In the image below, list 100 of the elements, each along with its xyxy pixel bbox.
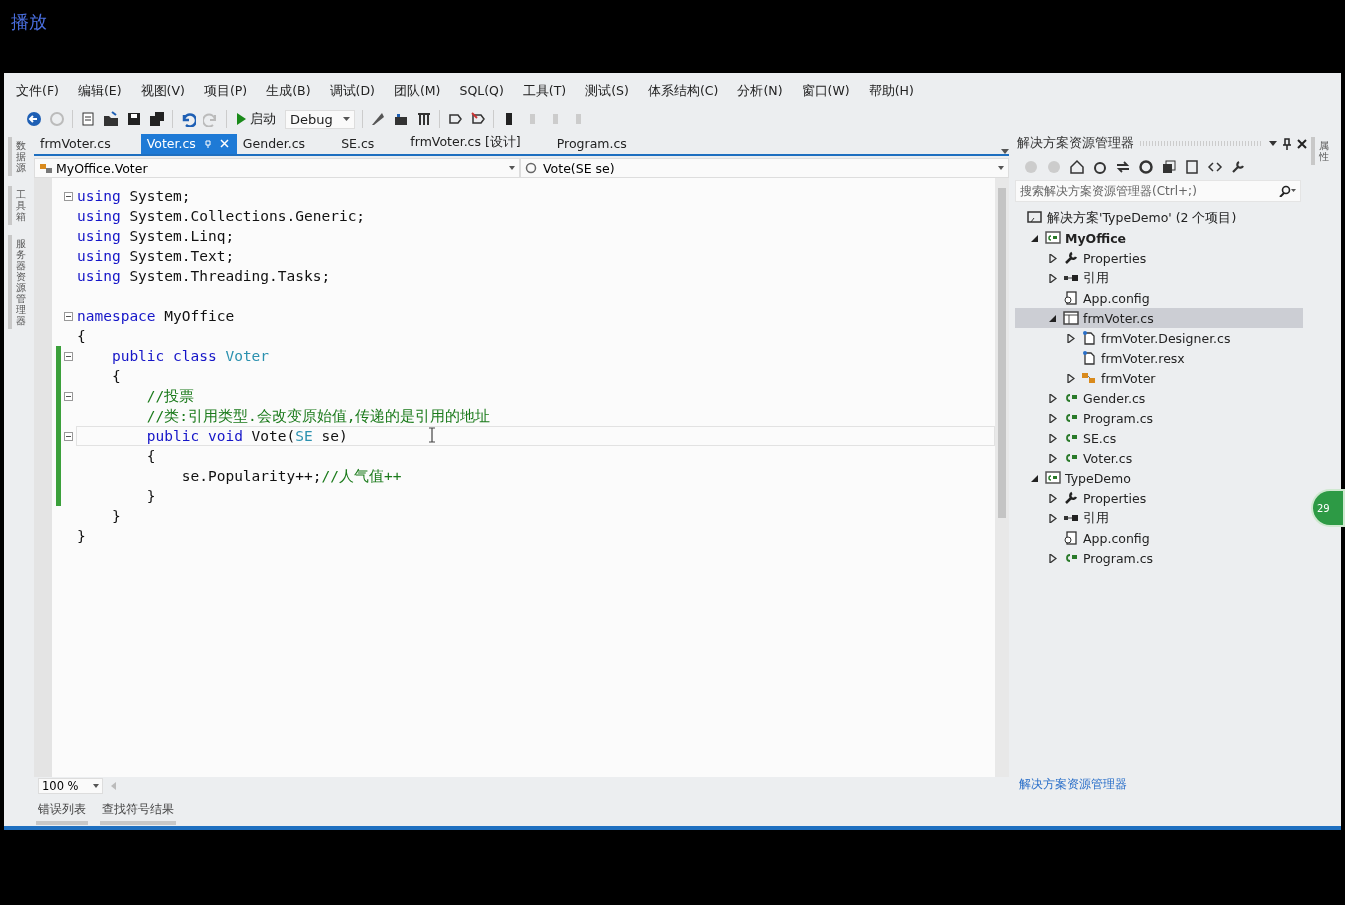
search-field[interactable]: 搜索解决方案资源管理器(Ctrl+;) — [1015, 180, 1301, 202]
menu-item[interactable]: 窗口(W) — [797, 83, 857, 105]
menu-item[interactable]: 分析(N) — [733, 83, 790, 105]
tree-item[interactable]: Program.cs — [1015, 548, 1303, 568]
code-line: { — [110, 367, 122, 386]
panel-title: 解决方案资源管理器 — [1017, 135, 1134, 152]
tree-item[interactable]: Gender.cs — [1015, 388, 1303, 408]
solution-explorer-tab[interactable]: 解决方案资源管理器 — [1019, 776, 1127, 792]
menu-item[interactable]: SQL(Q) — [455, 83, 511, 105]
collapsed-arrow-icon[interactable] — [1049, 413, 1057, 423]
code-line: //投票 — [145, 387, 196, 406]
code-line: se.Popularity++;//人气值++ — [180, 467, 403, 486]
type-dropdown[interactable]: MyOffice.Voter — [34, 158, 520, 178]
expanded-arrow-icon[interactable] — [1031, 233, 1039, 243]
vertical-scrollbar[interactable] — [995, 178, 1009, 777]
tree-item[interactable]: TypeDemo — [1015, 468, 1303, 488]
tool-window-tab[interactable]: 查找符号结果 — [100, 795, 176, 825]
tree-item[interactable]: Voter.cs — [1015, 448, 1303, 468]
expanded-arrow-icon[interactable] — [1049, 313, 1057, 323]
menu-item[interactable]: 体系结构(C) — [643, 83, 726, 105]
project-icon — [1045, 470, 1061, 486]
collapsed-arrow-icon[interactable] — [1049, 253, 1057, 263]
undo-icon[interactable] — [180, 111, 196, 127]
tool-window-tab[interactable]: 服务器资源管理器 — [8, 235, 28, 329]
tree-item[interactable]: frmVoter — [1015, 368, 1303, 388]
tree-item[interactable]: frmVoter.Designer.cs — [1015, 328, 1303, 348]
collapsed-arrow-icon[interactable] — [1067, 333, 1075, 343]
tool-window-tab[interactable]: 工具箱 — [8, 186, 28, 225]
menu-item[interactable]: 视图(V) — [136, 83, 192, 105]
close-icon[interactable] — [1297, 138, 1307, 149]
dropdown-icon[interactable] — [1269, 141, 1277, 146]
tool-window-tab[interactable]: 数据源 — [8, 137, 28, 176]
save-icon[interactable] — [126, 111, 142, 127]
tree-item[interactable]: App.config — [1015, 288, 1303, 308]
tree-item[interactable]: 解决方案'TypeDemo' (2 个项目) — [1015, 208, 1303, 228]
menu-item[interactable]: 工具(T) — [518, 83, 574, 105]
menu-item[interactable]: 帮助(H) — [864, 83, 921, 105]
play-label[interactable]: 播放 — [11, 9, 47, 34]
collapse-icon[interactable] — [64, 191, 73, 201]
new-project-icon[interactable] — [80, 111, 96, 127]
collapsed-arrow-icon[interactable] — [1049, 273, 1057, 283]
collapsed-arrow-icon[interactable] — [1049, 513, 1057, 523]
menu-item[interactable]: 调试(D) — [325, 83, 382, 105]
wrench-icon[interactable] — [1230, 159, 1246, 175]
collapsed-arrow-icon[interactable] — [1049, 453, 1057, 463]
tree-item[interactable]: Program.cs — [1015, 408, 1303, 428]
project-icon — [1045, 230, 1061, 246]
document-tab[interactable]: Gender.cs — [236, 134, 314, 154]
start-button[interactable]: 启动 — [234, 110, 278, 128]
collapsed-arrow-icon[interactable] — [1049, 393, 1057, 403]
tree-item[interactable]: Properties — [1015, 248, 1303, 268]
document-tab[interactable]: frmVoter.cs — [34, 134, 119, 154]
collapsed-arrow-icon[interactable] — [1067, 373, 1075, 383]
home-icon[interactable] — [1069, 159, 1085, 175]
search-icon[interactable] — [1278, 185, 1296, 197]
open-file-icon[interactable] — [103, 111, 119, 127]
sync-icon[interactable] — [1115, 159, 1131, 175]
document-tab[interactable]: frmVoter.cs [设计] — [404, 132, 529, 154]
save-all-icon[interactable] — [149, 111, 165, 127]
code-line: using System.Text; — [76, 247, 236, 266]
collapse-all-icon[interactable] — [1161, 159, 1177, 175]
collapsed-arrow-icon[interactable] — [1049, 433, 1057, 443]
expanded-arrow-icon[interactable] — [1031, 473, 1039, 483]
tab-list-icon[interactable] — [1001, 149, 1009, 154]
menu-item[interactable]: 编辑(E) — [73, 83, 129, 105]
play-icon — [236, 113, 246, 125]
configuration-dropdown[interactable]: Debug — [285, 109, 355, 129]
document-tab[interactable]: Program.cs — [550, 134, 635, 154]
uncomment-icon[interactable] — [469, 111, 486, 127]
tree-item[interactable]: 引用 — [1015, 268, 1303, 288]
properties-tab[interactable]: 属性 — [1311, 137, 1331, 165]
collapse-icon[interactable] — [64, 391, 73, 401]
menu-item[interactable]: 测试(S) — [581, 83, 636, 105]
tool-window-tab[interactable]: 错误列表 — [36, 795, 88, 825]
menu-item[interactable]: 项目(P) — [199, 83, 255, 105]
tree-item[interactable]: SE.cs — [1015, 428, 1303, 448]
menu-item[interactable]: 团队(M) — [389, 83, 448, 105]
collapse-icon[interactable] — [64, 431, 73, 441]
document-tab[interactable]: SE.cs — [335, 134, 383, 154]
tree-item[interactable]: MyOffice — [1015, 228, 1303, 248]
collapse-icon[interactable] — [64, 311, 73, 321]
badge[interactable]: 29 — [1313, 491, 1343, 525]
code-line: { — [145, 447, 157, 466]
tree-item[interactable]: App.config — [1015, 528, 1303, 548]
tree-item[interactable]: 引用 — [1015, 508, 1303, 528]
tree-item[interactable]: frmVoter.cs — [1015, 308, 1303, 328]
member-dropdown[interactable]: Vote(SE se) — [520, 158, 1009, 178]
zoom-dropdown[interactable]: 100 % — [38, 778, 103, 794]
pin-icon[interactable] — [1283, 137, 1291, 150]
attach-icon[interactable] — [369, 111, 386, 127]
code-line: namespace MyOffice — [76, 307, 236, 326]
tree-item[interactable]: frmVoter.resx — [1015, 348, 1303, 368]
collapsed-arrow-icon[interactable] — [1049, 493, 1057, 503]
menu-item[interactable]: 文件(F) — [12, 83, 66, 105]
comment-icon[interactable] — [446, 111, 463, 127]
code-line: public class Voter — [110, 347, 271, 366]
tree-item[interactable]: Properties — [1015, 488, 1303, 508]
collapsed-arrow-icon[interactable] — [1049, 553, 1057, 563]
menu-item[interactable]: 生成(B) — [262, 83, 318, 105]
collapse-icon[interactable] — [64, 351, 73, 361]
